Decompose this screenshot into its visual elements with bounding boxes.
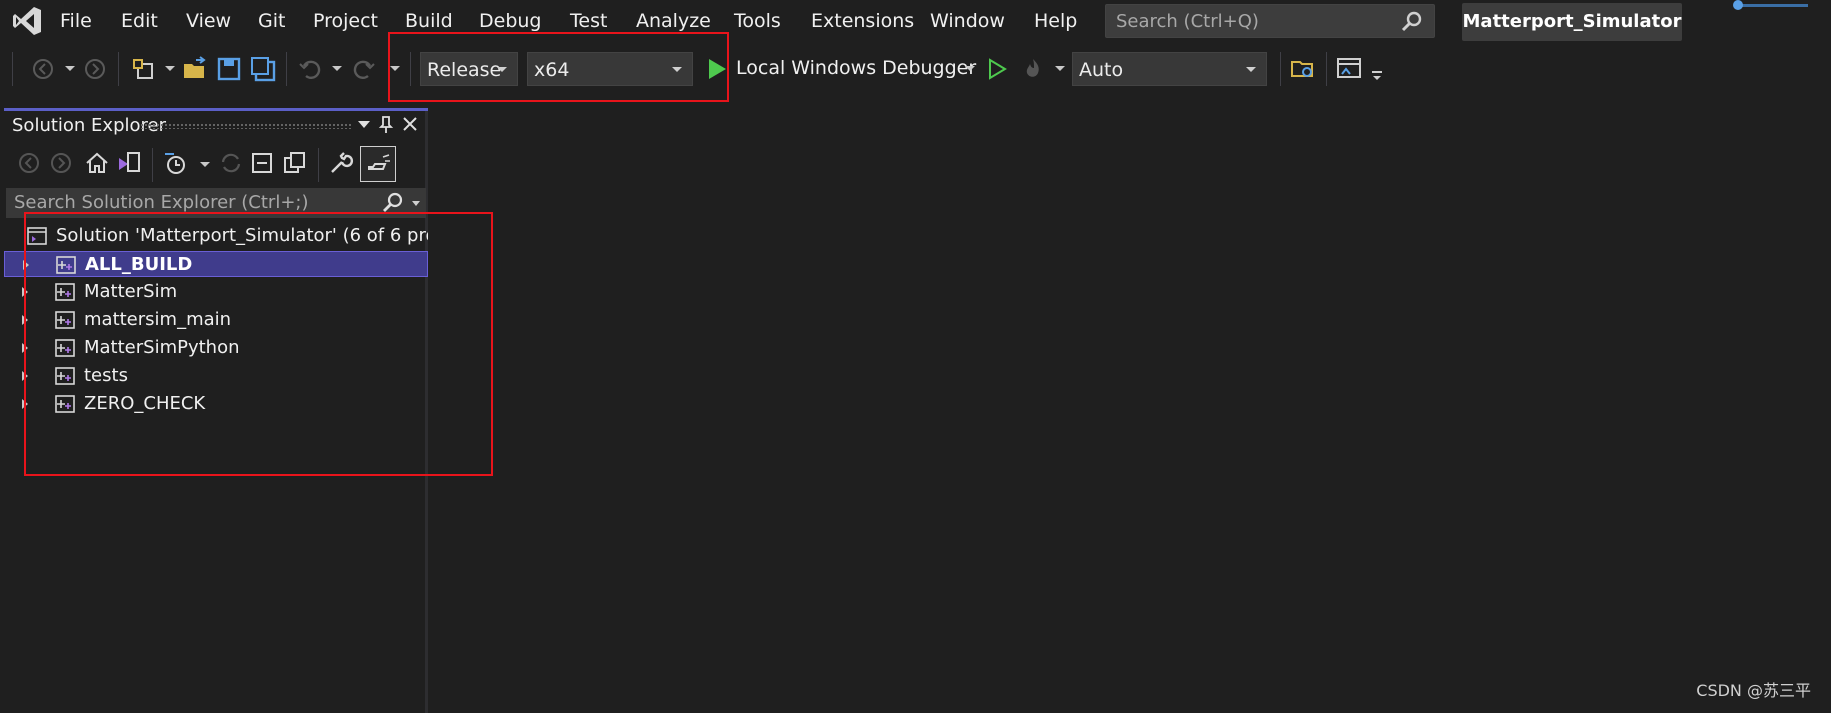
redo-icon[interactable] (350, 56, 376, 82)
save-all-icon[interactable] (250, 56, 276, 82)
watermark: CSDN @苏三平 (1696, 681, 1811, 700)
find-in-files-icon[interactable] (1290, 56, 1316, 82)
new-project-icon[interactable] (130, 56, 156, 82)
hot-reload-icon[interactable] (1020, 56, 1046, 82)
standard-toolbar: Release x64 Local Windows Debugger Auto (0, 46, 1831, 92)
menu-help[interactable]: Help (1034, 10, 1077, 32)
menu-view[interactable]: View (186, 10, 231, 32)
menu-analyze[interactable]: Analyze (636, 10, 711, 32)
chevron-down-icon (1246, 67, 1256, 72)
toolbar-overflow-icon[interactable] (1370, 56, 1384, 82)
debugger-target-label[interactable]: Local Windows Debugger (736, 57, 976, 79)
filter-caret[interactable] (200, 162, 210, 167)
search-box[interactable]: Search (Ctrl+Q) (1105, 4, 1435, 38)
menu-debug[interactable]: Debug (479, 10, 541, 32)
stack-frame-value: Auto (1079, 59, 1124, 81)
close-icon[interactable] (400, 114, 420, 134)
forward-icon[interactable] (48, 150, 74, 176)
search-icon (1401, 11, 1422, 32)
navigate-back-icon[interactable] (30, 56, 56, 82)
panel-active-indicator (4, 108, 428, 111)
navigate-forward-icon[interactable] (82, 56, 108, 82)
back-icon[interactable] (16, 150, 42, 176)
new-project-caret[interactable] (165, 66, 175, 71)
back-dropdown-caret[interactable] (65, 66, 75, 71)
panel-drag-grip[interactable] (140, 123, 352, 129)
toolbar-separator (1326, 52, 1327, 86)
home-icon[interactable] (84, 150, 110, 176)
preview-icon (368, 154, 390, 170)
properties-wrench-icon[interactable] (328, 150, 354, 176)
menu-build[interactable]: Build (405, 10, 453, 32)
chevron-down-icon[interactable] (412, 201, 420, 206)
toolbar-separator (1280, 52, 1281, 86)
toolbar-grip (12, 52, 13, 86)
visual-studio-logo-icon[interactable] (10, 4, 44, 38)
menu-edit[interactable]: Edit (121, 10, 158, 32)
toolbar-separator (318, 148, 319, 182)
menu-bar: File Edit View Git Project Build Debug Test Anal… (0, 0, 1831, 44)
open-folder-icon[interactable] (182, 56, 208, 82)
menu-project[interactable]: Project (313, 10, 378, 32)
menu-extensions[interactable]: Extensions (811, 10, 914, 32)
toolbar-separator (118, 52, 119, 86)
pending-changes-filter-icon[interactable] (162, 150, 188, 176)
stack-frame-dropdown[interactable]: Auto (1072, 52, 1267, 86)
toolbar-separator (152, 148, 153, 182)
debugger-target-caret[interactable] (965, 66, 975, 71)
menu-test[interactable]: Test (570, 10, 607, 32)
sync-icon[interactable] (218, 150, 244, 176)
pin-icon[interactable] (376, 114, 396, 134)
annotation-highlight-box (24, 212, 493, 476)
start-without-debugging-icon[interactable] (984, 56, 1010, 82)
collapse-all-icon[interactable] (250, 150, 276, 176)
save-icon[interactable] (216, 56, 242, 82)
search-icon (383, 192, 403, 212)
window-slider[interactable] (1732, 0, 1812, 12)
hot-reload-caret[interactable] (1055, 66, 1065, 71)
annotation-highlight-box (388, 32, 729, 102)
switch-views-icon[interactable] (116, 150, 142, 176)
preview-selected-items-button[interactable] (360, 146, 396, 182)
search-placeholder: Search (Ctrl+Q) (1116, 11, 1259, 32)
search-placeholder: Search Solution Explorer (Ctrl+;) (14, 192, 309, 213)
undo-icon[interactable] (298, 56, 324, 82)
start-window-icon[interactable] (1336, 56, 1362, 82)
toolbar-separator (286, 52, 287, 86)
undo-caret[interactable] (332, 66, 342, 71)
menu-window[interactable]: Window (930, 10, 1005, 32)
solution-title-badge[interactable]: Matterport_Simulator (1462, 3, 1682, 41)
menu-tools[interactable]: Tools (734, 10, 781, 32)
panel-options-icon[interactable] (354, 114, 374, 134)
solution-explorer-toolbar (4, 144, 428, 184)
show-all-files-icon[interactable] (282, 150, 308, 176)
menu-file[interactable]: File (60, 10, 92, 32)
menu-git[interactable]: Git (258, 10, 285, 32)
